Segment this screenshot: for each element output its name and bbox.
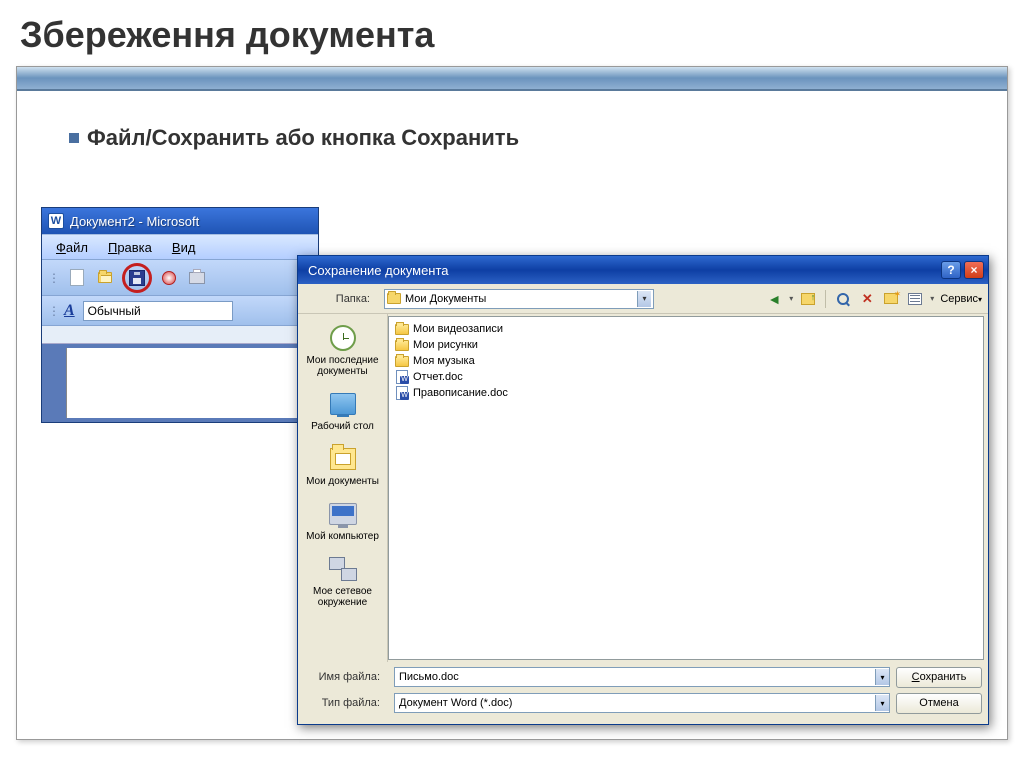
file-name: Моя музыка — [413, 354, 475, 368]
file-name: Отчет.doc — [413, 370, 463, 384]
list-item[interactable]: Правописание.doc — [393, 385, 979, 401]
list-item[interactable]: Мои рисунки — [393, 337, 979, 353]
sidebar-label: Мои последние документы — [305, 355, 381, 377]
filetype-label: Тип файла: — [304, 697, 388, 709]
bullet-marker — [69, 133, 79, 143]
slide-top-bar — [17, 67, 1007, 91]
delete-icon[interactable]: ✕ — [858, 290, 876, 308]
filename-input[interactable]: Письмо.doc ▾ — [394, 667, 890, 687]
file-name: Правописание.doc — [413, 386, 508, 400]
folder-label: Папка: — [304, 293, 378, 305]
new-folder-icon[interactable] — [882, 290, 900, 308]
slide-frame: Файл/Сохранить або кнопка Сохранить W До… — [16, 66, 1008, 740]
word-ruler — [42, 326, 318, 344]
sidebar-network[interactable]: Мое сетевое окружение — [302, 549, 384, 613]
word-app-icon: W — [48, 213, 64, 229]
dialog-titlebar: Сохранение документа ? × — [298, 256, 988, 284]
list-item[interactable]: Моя музыка — [393, 353, 979, 369]
save-dialog: Сохранение документа ? × Папка: Мои Доку… — [297, 255, 989, 725]
save-floppy-icon — [129, 270, 145, 286]
word-doc-icon — [396, 370, 408, 384]
back-icon[interactable]: ◄ — [765, 290, 783, 308]
word-toolbar: ⋮ — [42, 260, 318, 296]
list-item[interactable]: Отчет.doc — [393, 369, 979, 385]
word-doc-icon — [396, 386, 408, 400]
mydocs-icon — [330, 448, 356, 470]
word-window: W Документ2 - Microsoft Файл Правка Вид … — [41, 207, 319, 423]
sidebar-mycomputer[interactable]: Мой компьютер — [302, 494, 384, 547]
dialog-folder-row: Папка: Мои Документы ▾ ◄ ▾ ✕ ▾ Сервис▾ — [298, 284, 988, 314]
close-button[interactable]: × — [964, 261, 984, 279]
bullet-row: Файл/Сохранить або кнопка Сохранить — [69, 125, 519, 151]
chevron-down-icon[interactable]: ▾ — [875, 669, 889, 685]
cancel-button[interactable]: Отмена — [896, 693, 982, 714]
print-icon[interactable] — [186, 267, 208, 289]
network-icon — [329, 557, 357, 581]
filetype-dropdown[interactable]: Документ Word (*.doc) ▾ — [394, 693, 890, 713]
save-button[interactable]: Сохранить — [896, 667, 982, 688]
sidebar-mydocs[interactable]: Мои документы — [302, 439, 384, 492]
sidebar-label: Мой компьютер — [306, 531, 379, 542]
file-list[interactable]: Мои видеозаписи Мои рисунки Моя музыка О… — [388, 316, 984, 660]
word-format-toolbar: ⋮ A Обычный — [42, 296, 318, 326]
menu-edit[interactable]: Правка — [100, 238, 160, 257]
sidebar-label: Мое сетевое окружение — [305, 586, 381, 608]
sidebar-recent[interactable]: Мои последние документы — [302, 318, 384, 382]
file-name: Мои рисунки — [413, 338, 478, 352]
file-name: Мои видеозаписи — [413, 322, 503, 336]
folder-dropdown[interactable]: Мои Документы ▾ — [384, 289, 654, 309]
style-selector[interactable]: Обычный — [83, 301, 233, 321]
save-button-highlighted[interactable] — [122, 263, 152, 293]
menu-file[interactable]: Файл — [48, 238, 96, 257]
word-menubar: Файл Правка Вид — [42, 234, 318, 260]
bullet-text: Файл/Сохранить або кнопка Сохранить — [87, 125, 519, 151]
word-title: Документ2 - Microsoft — [70, 214, 199, 229]
service-menu[interactable]: Сервис▾ — [940, 293, 982, 305]
open-icon[interactable] — [94, 267, 116, 289]
dialog-bottom: Имя файла: Письмо.doc ▾ Сохранить Тип фа… — [298, 662, 988, 722]
folder-icon — [395, 340, 409, 351]
folder-icon — [387, 293, 401, 304]
views-icon[interactable] — [906, 290, 924, 308]
sidebar-desktop[interactable]: Рабочий стол — [302, 384, 384, 437]
folder-value: Мои Документы — [405, 293, 486, 305]
folder-icon — [395, 324, 409, 335]
filename-value: Письмо.doc — [399, 671, 459, 683]
menu-view[interactable]: Вид — [164, 238, 204, 257]
clock-icon — [330, 325, 356, 351]
word-doc-area — [42, 344, 318, 422]
folder-icon — [395, 356, 409, 367]
word-titlebar: W Документ2 - Microsoft — [42, 208, 318, 234]
styles-icon[interactable]: A — [64, 302, 79, 320]
slide-title: Збереження документа — [0, 0, 1024, 66]
sidebar-label: Рабочий стол — [311, 421, 374, 432]
chevron-down-icon[interactable]: ▾ — [637, 291, 651, 307]
up-folder-icon[interactable] — [799, 290, 817, 308]
computer-icon — [329, 503, 357, 525]
new-doc-icon[interactable] — [66, 267, 88, 289]
desktop-icon — [330, 393, 356, 415]
search-icon[interactable] — [834, 290, 852, 308]
sidebar-label: Мои документы — [306, 476, 379, 487]
chevron-down-icon[interactable]: ▾ — [875, 695, 889, 711]
filetype-value: Документ Word (*.doc) — [399, 697, 512, 709]
help-button[interactable]: ? — [941, 261, 961, 279]
dialog-title: Сохранение документа — [308, 263, 449, 278]
style-value: Обычный — [88, 304, 141, 318]
list-item[interactable]: Мои видеозаписи — [393, 321, 979, 337]
places-sidebar: Мои последние документы Рабочий стол Мои… — [298, 314, 388, 662]
permission-icon[interactable] — [158, 267, 180, 289]
filename-label: Имя файла: — [304, 671, 388, 683]
